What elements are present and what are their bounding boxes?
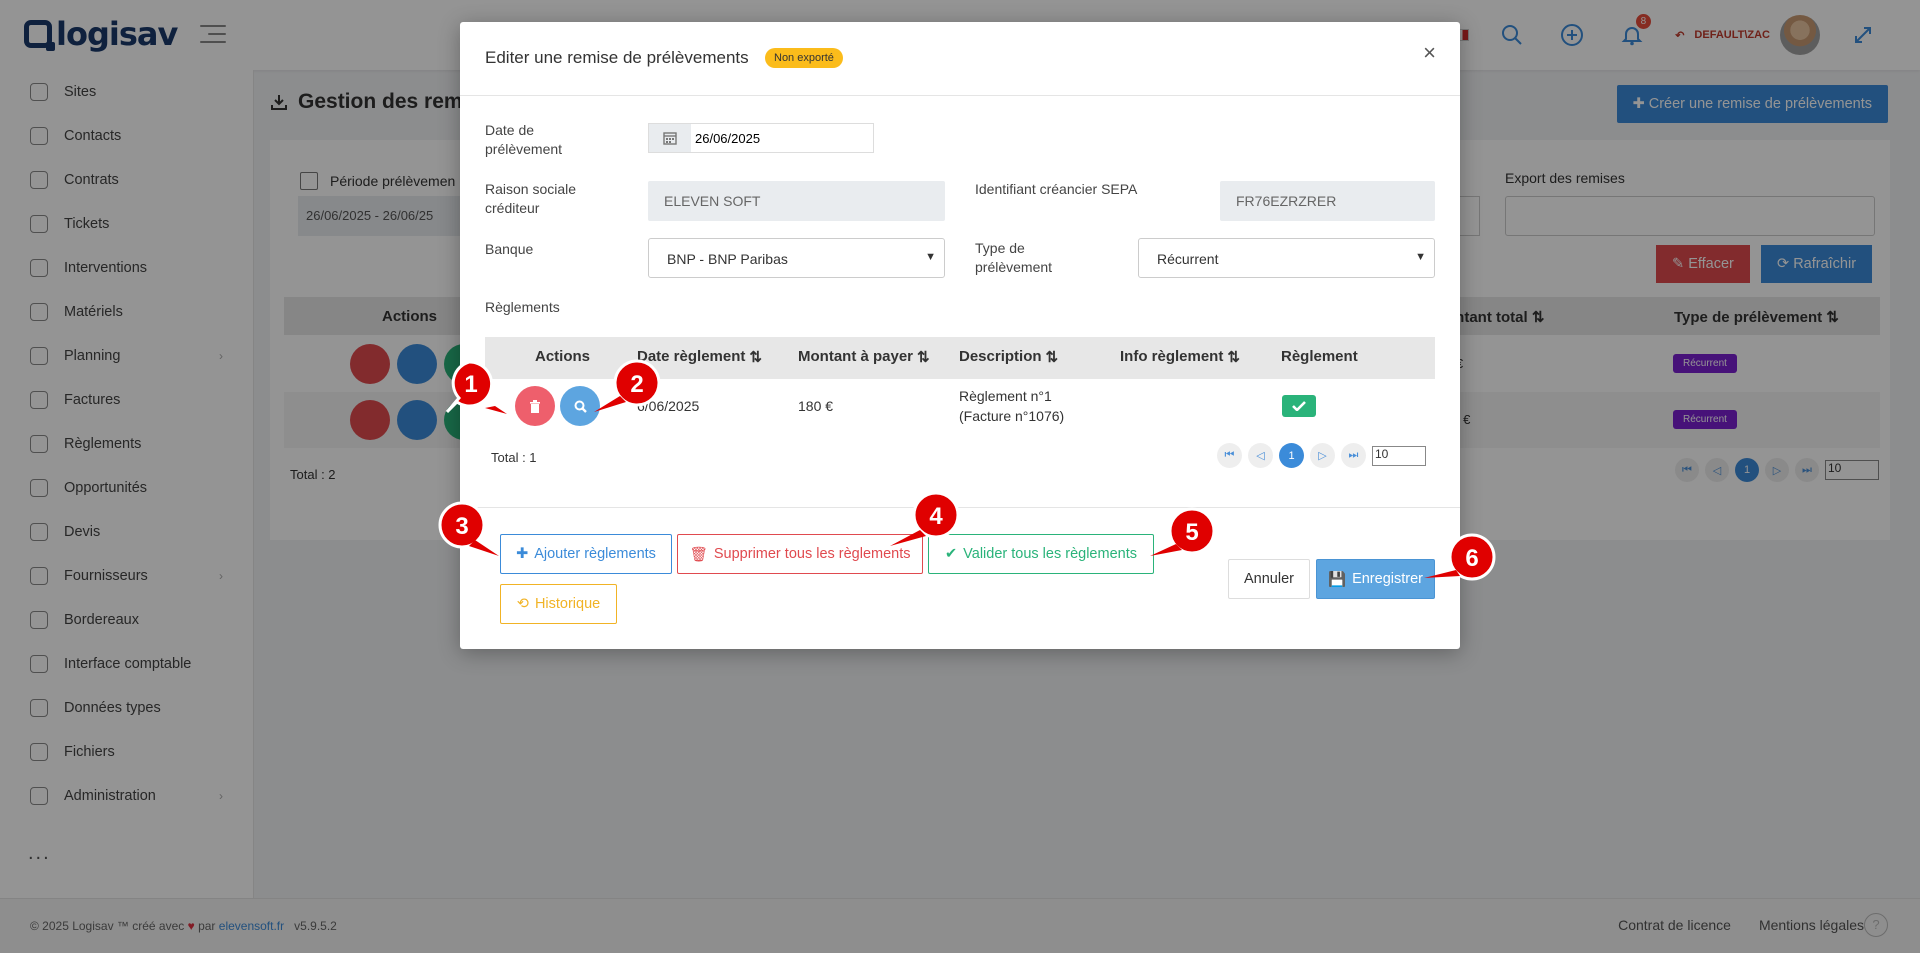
col-montant-label: Montant à payer: [798, 348, 914, 365]
row-montant: 180 €: [798, 398, 834, 414]
type-value: Récurrent: [1157, 251, 1219, 267]
cancel-label: Annuler: [1244, 571, 1294, 587]
banque-label: Banque: [485, 241, 534, 257]
date-field[interactable]: [648, 123, 874, 153]
description-line-1: Règlement n°1: [959, 388, 1052, 404]
date-input[interactable]: [691, 124, 871, 152]
sort-icon: ⇅: [917, 349, 930, 366]
modal-total: Total : 1: [491, 450, 537, 465]
prev-page-button[interactable]: ◁: [1248, 443, 1273, 468]
next-page-button[interactable]: ▷: [1310, 443, 1335, 468]
col-description-label: Description: [959, 348, 1042, 365]
history-icon: ⟲: [516, 596, 529, 612]
callout-1: 1: [445, 360, 507, 414]
add-reglements-label: Ajouter règlements: [534, 546, 656, 562]
delete-reglement-button[interactable]: [515, 386, 555, 426]
add-reglements-button[interactable]: ✚ Ajouter règlements: [500, 534, 672, 574]
save-label: Enregistrer: [1352, 571, 1423, 587]
cancel-button[interactable]: Annuler: [1228, 559, 1310, 599]
type-label: Type de prélèvement: [975, 240, 1053, 275]
plus-icon: ✚: [516, 546, 529, 562]
first-page-button[interactable]: ⏮: [1217, 443, 1242, 468]
calendar-icon[interactable]: [649, 124, 691, 152]
sort-icon: ⇅: [1045, 349, 1059, 366]
sepa-label: Identifiant créancier SEPA: [975, 181, 1138, 197]
chevron-down-icon: ▼: [1415, 251, 1426, 263]
col-info-label: Info règlement: [1120, 348, 1224, 365]
modal-header: Editer une remise de prélèvements Non ex…: [460, 22, 1460, 96]
validate-all-label: Valider tous les règlements: [963, 546, 1137, 562]
status-badge: Non exporté: [765, 48, 843, 68]
trash-icon: [530, 399, 540, 413]
modal-title: Editer une remise de prélèvements: [485, 48, 749, 67]
edit-remise-modal: Editer une remise de prélèvements Non ex…: [460, 22, 1460, 649]
col-reglement-label: Règlement: [1281, 348, 1358, 365]
raison-label: Raison sociale créditeur: [485, 181, 577, 216]
date-label: Date de prélèvement: [485, 122, 563, 157]
callout-5: 5: [1150, 507, 1216, 556]
chevron-down-icon: ▼: [925, 251, 936, 263]
sepa-field: FR76EZRZRER: [1220, 181, 1435, 221]
description-line-2: (Facture n°1076): [959, 408, 1065, 424]
callout-5-label: 5: [1185, 519, 1198, 546]
trash-icon: 🗑: [689, 546, 708, 563]
col-actions: Actions: [535, 348, 590, 365]
col-montant[interactable]: Montant à payer ⇅: [798, 348, 930, 366]
check-icon: ✔: [945, 546, 958, 562]
save-icon: 💾: [1328, 571, 1347, 588]
type-select[interactable]: Récurrent ▼: [1138, 238, 1435, 278]
col-reglement: Règlement: [1281, 348, 1358, 365]
callout-4: 4: [890, 491, 960, 546]
callout-3-label: 3: [455, 513, 468, 540]
callout-6-label: 6: [1465, 545, 1478, 572]
last-page-button[interactable]: ⏭: [1341, 443, 1366, 468]
history-label: Historique: [534, 596, 601, 612]
callout-2: 2: [594, 359, 661, 412]
close-icon[interactable]: ×: [1423, 40, 1436, 66]
delete-all-label: Supprimer tous les règlements: [713, 546, 911, 562]
sort-icon: ⇅: [1227, 349, 1240, 366]
banque-select[interactable]: BNP - BNP Paribas ▼: [648, 238, 945, 278]
col-info[interactable]: Info règlement ⇅: [1120, 348, 1240, 366]
history-button[interactable]: ⟲ Historique: [500, 584, 617, 624]
col-description[interactable]: Description ⇅: [959, 348, 1058, 366]
page-number-button[interactable]: 1: [1279, 443, 1304, 468]
callout-4-label: 4: [929, 503, 943, 530]
reglement-validated-checkmark-icon[interactable]: [1282, 395, 1316, 417]
row-description: Règlement n°1 (Facture n°1076): [959, 386, 1064, 426]
save-button[interactable]: 💾 Enregistrer: [1316, 559, 1435, 599]
sort-icon: ⇅: [749, 349, 762, 366]
page-size-select[interactable]: 10: [1372, 445, 1426, 466]
callout-3: 3: [438, 501, 499, 556]
callout-1-label: 1: [464, 371, 477, 398]
reglements-label: Règlements: [485, 299, 560, 315]
modal-pagination: ⏮ ◁ 1 ▷ ⏭ 10: [1217, 443, 1426, 468]
callout-2-label: 2: [630, 371, 643, 398]
col-actions-label: Actions: [535, 348, 591, 365]
banque-value: BNP - BNP Paribas: [667, 251, 788, 267]
raison-field: ELEVEN SOFT: [648, 181, 945, 221]
callout-6: 6: [1424, 533, 1496, 581]
search-icon: [574, 400, 587, 413]
